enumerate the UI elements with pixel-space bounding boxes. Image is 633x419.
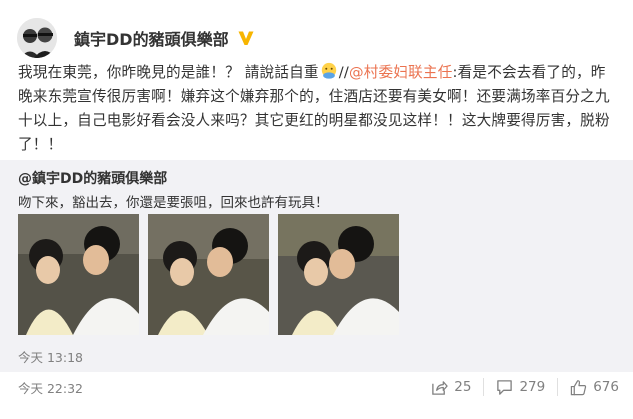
verified-v-icon (238, 31, 254, 45)
photo-1-image (18, 214, 139, 335)
divider (483, 378, 485, 396)
share-count: 25 (454, 379, 472, 395)
weibo-post-card: 鎮宇DD的豬頭俱樂部 我現在東莞，你昨晚見的是誰！？ 請說話自重 //@村委妇联主… (0, 0, 633, 419)
repost-user-link[interactable]: @鎮宇DD的豬頭俱樂部 (18, 168, 167, 188)
author-name[interactable]: 鎮宇DD的豬頭俱樂部 (74, 26, 229, 50)
comment-icon (497, 379, 513, 395)
share-button[interactable]: 25 (431, 379, 471, 396)
repost-photo-2[interactable] (148, 214, 269, 335)
avatar[interactable] (17, 18, 57, 58)
photo-2-image (148, 214, 269, 335)
post-text-part-1: 我現在東莞，你昨晚見的是誰！？ 請說話自重 (18, 64, 319, 81)
like-count: 676 (593, 379, 619, 395)
post-header: 鎮宇DD的豬頭俱樂部 (17, 18, 255, 58)
photo-3-image (278, 214, 399, 335)
comment-count: 279 (519, 379, 546, 395)
post-text: 我現在東莞，你昨晚見的是誰！？ 請說話自重//@村委妇联主任:看是不会去看了的，… (18, 61, 616, 157)
repost-photo-3[interactable] (278, 214, 399, 335)
like-button[interactable]: 676 (570, 379, 619, 396)
author-name-row: 鎮宇DD的豬頭俱樂部 (74, 26, 255, 50)
post-text-slashes: // (338, 64, 349, 81)
thumbs-up-icon (571, 379, 587, 395)
post-timestamp[interactable]: 今天 22:32 (18, 378, 83, 397)
repost-box: @鎮宇DD的豬頭俱樂部 吻下來，豁出去，你還是要張咀，回來也許有玩具！ 今天 1… (0, 160, 633, 372)
divider (557, 378, 559, 396)
hand-over-mouth-emoji-icon (321, 62, 336, 79)
comment-button[interactable]: 279 (496, 379, 545, 396)
repost-text: 吻下來，豁出去，你還是要張咀，回來也許有玩具！ (18, 195, 329, 211)
share-icon (432, 380, 448, 395)
repost-timestamp[interactable]: 今天 13:18 (18, 347, 83, 366)
avatar-image (17, 18, 57, 58)
action-bar: 25 279 676 (431, 378, 619, 396)
repost-photo-1[interactable] (18, 214, 139, 335)
mention-link[interactable]: @村委妇联主任 (349, 64, 453, 81)
